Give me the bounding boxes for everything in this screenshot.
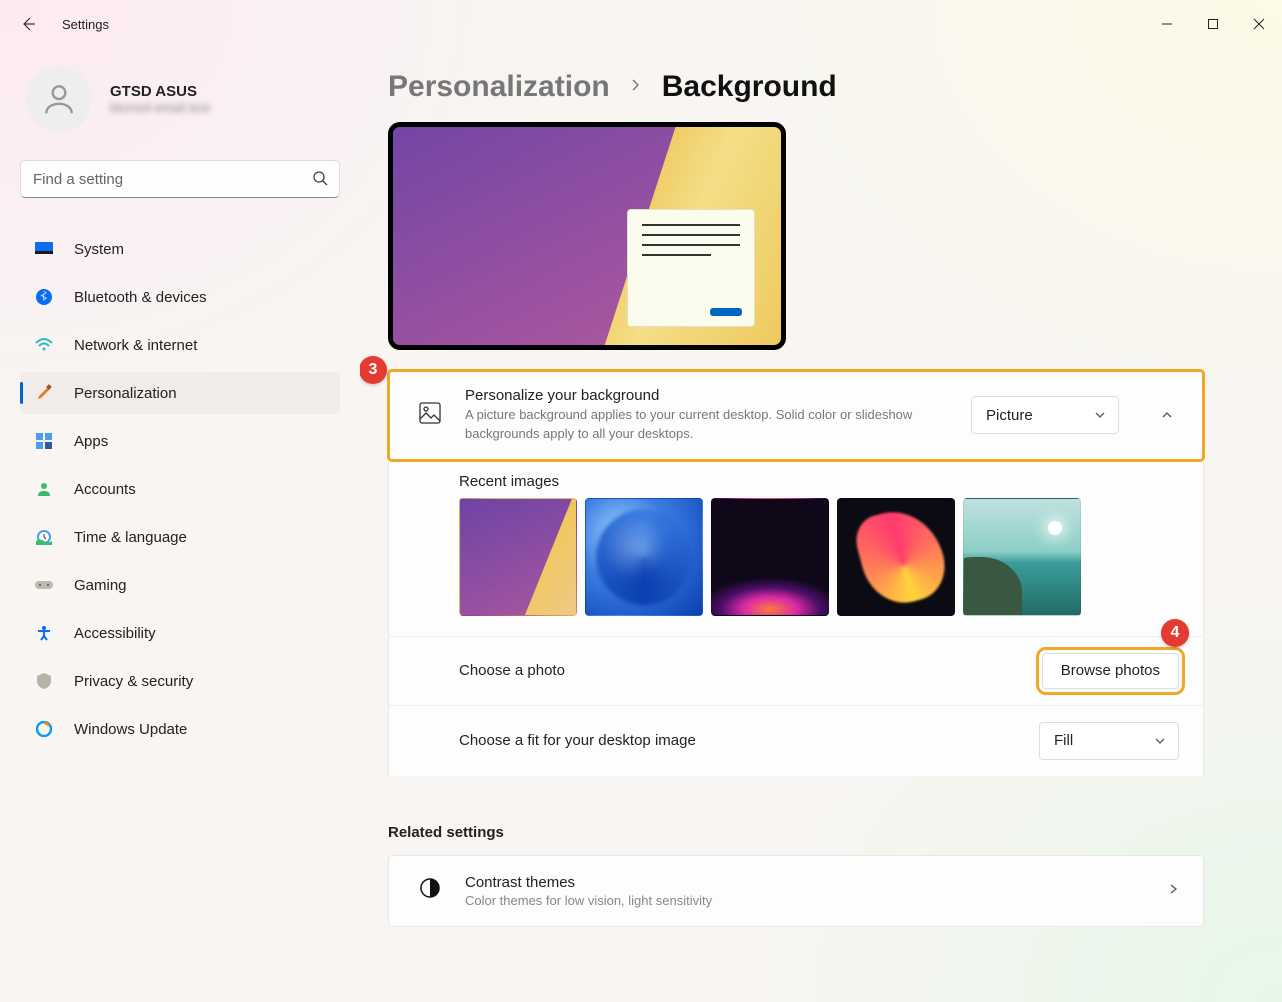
dropdown-value: Picture <box>986 407 1033 424</box>
contrast-title: Contrast themes <box>465 874 1145 891</box>
personalize-desc: A picture background applies to your cur… <box>465 406 935 444</box>
app-title: Settings <box>62 17 109 32</box>
collapse-button[interactable] <box>1155 403 1179 427</box>
search-input[interactable] <box>20 160 340 198</box>
annotation-badge-4: 4 <box>1161 619 1189 647</box>
titlebar: Settings <box>0 0 1282 48</box>
apps-icon <box>34 431 54 451</box>
accounts-icon <box>34 479 54 499</box>
chevron-down-icon <box>1094 409 1106 421</box>
annotation-badge-3: 3 <box>360 356 387 384</box>
user-block[interactable]: GTSD ASUS blurred email text <box>20 66 340 132</box>
search-icon <box>312 170 328 191</box>
recent-heading: Recent images <box>459 473 1179 490</box>
search-box <box>20 160 340 198</box>
nav-label: Accessibility <box>74 625 156 642</box>
sidebar-item-system[interactable]: System <box>20 228 340 270</box>
gaming-icon <box>34 575 54 595</box>
contrast-themes-card[interactable]: Contrast themes Color themes for low vis… <box>388 855 1204 927</box>
content-area: Personalization Background 3 Personalize… <box>360 48 1282 1002</box>
choose-fit-label: Choose a fit for your desktop image <box>459 732 696 749</box>
minimize-button[interactable] <box>1144 8 1190 40</box>
nav-label: Accounts <box>74 481 136 498</box>
shield-icon <box>34 671 54 691</box>
sidebar: GTSD ASUS blurred email text System Blue… <box>0 48 360 1002</box>
update-icon <box>34 719 54 739</box>
dropdown-value: Fill <box>1054 732 1073 749</box>
sidebar-item-bluetooth[interactable]: Bluetooth & devices <box>20 276 340 318</box>
window-controls <box>1144 8 1282 40</box>
clock-icon <box>34 527 54 547</box>
sidebar-item-personalization[interactable]: Personalization <box>20 372 340 414</box>
maximize-icon <box>1207 18 1219 30</box>
nav-label: Network & internet <box>74 337 197 354</box>
contrast-desc: Color themes for low vision, light sensi… <box>465 893 1145 908</box>
bluetooth-icon <box>34 287 54 307</box>
recent-image-4[interactable] <box>837 498 955 616</box>
system-icon <box>34 239 54 259</box>
choose-fit-row: Choose a fit for your desktop image Fill <box>388 705 1204 776</box>
browse-photos-button[interactable]: Browse photos <box>1042 653 1179 689</box>
arrow-left-icon <box>20 16 36 32</box>
preview-window <box>627 209 755 327</box>
background-type-dropdown[interactable]: Picture <box>971 396 1119 434</box>
choose-photo-label: Choose a photo <box>459 662 565 679</box>
sidebar-item-privacy[interactable]: Privacy & security <box>20 660 340 702</box>
chevron-down-icon <box>1154 735 1166 747</box>
desktop-preview <box>388 122 786 350</box>
nav-label: Privacy & security <box>74 673 193 690</box>
recent-image-5[interactable] <box>963 498 1081 616</box>
chevron-right-icon <box>1167 882 1179 900</box>
user-email: blurred email text <box>110 100 210 115</box>
nav-label: Time & language <box>74 529 187 546</box>
recent-image-3[interactable] <box>711 498 829 616</box>
maximize-button[interactable] <box>1190 8 1236 40</box>
sidebar-item-gaming[interactable]: Gaming <box>20 564 340 606</box>
sidebar-item-accounts[interactable]: Accounts <box>20 468 340 510</box>
close-button[interactable] <box>1236 8 1282 40</box>
accessibility-icon <box>34 623 54 643</box>
close-icon <box>1253 18 1265 30</box>
sidebar-item-apps[interactable]: Apps <box>20 420 340 462</box>
user-icon <box>40 80 78 118</box>
brush-icon <box>34 383 54 403</box>
breadcrumb: Personalization Background <box>388 70 1204 104</box>
sidebar-item-accessibility[interactable]: Accessibility <box>20 612 340 654</box>
sidebar-item-update[interactable]: Windows Update <box>20 708 340 750</box>
sidebar-item-network[interactable]: Network & internet <box>20 324 340 366</box>
breadcrumb-current: Background <box>662 70 837 104</box>
nav-label: Apps <box>74 433 108 450</box>
nav-label: System <box>74 241 124 258</box>
recent-image-2[interactable] <box>585 498 703 616</box>
wifi-icon <box>34 335 54 355</box>
nav-label: Windows Update <box>74 721 187 738</box>
recent-image-1[interactable] <box>459 498 577 616</box>
choose-photo-row: Choose a photo 4 Browse photos <box>388 636 1204 705</box>
breadcrumb-parent[interactable]: Personalization <box>388 70 610 104</box>
recent-images-section: Recent images <box>388 461 1204 636</box>
nav-label: Gaming <box>74 577 127 594</box>
chevron-right-icon <box>630 78 642 96</box>
nav-label: Personalization <box>74 385 177 402</box>
user-name: GTSD ASUS <box>110 83 210 100</box>
avatar <box>26 66 92 132</box>
chevron-up-icon <box>1160 408 1174 422</box>
nav-label: Bluetooth & devices <box>74 289 207 306</box>
related-heading: Related settings <box>388 824 1204 841</box>
nav-list: System Bluetooth & devices Network & int… <box>20 228 340 756</box>
sidebar-item-time[interactable]: Time & language <box>20 516 340 558</box>
personalize-title: Personalize your background <box>465 387 949 404</box>
minimize-icon <box>1161 18 1173 30</box>
back-button[interactable] <box>18 14 38 34</box>
personalize-background-card: 3 Personalize your background A picture … <box>388 370 1204 461</box>
fit-dropdown[interactable]: Fill <box>1039 722 1179 760</box>
contrast-icon <box>419 877 443 904</box>
image-icon <box>419 402 443 429</box>
